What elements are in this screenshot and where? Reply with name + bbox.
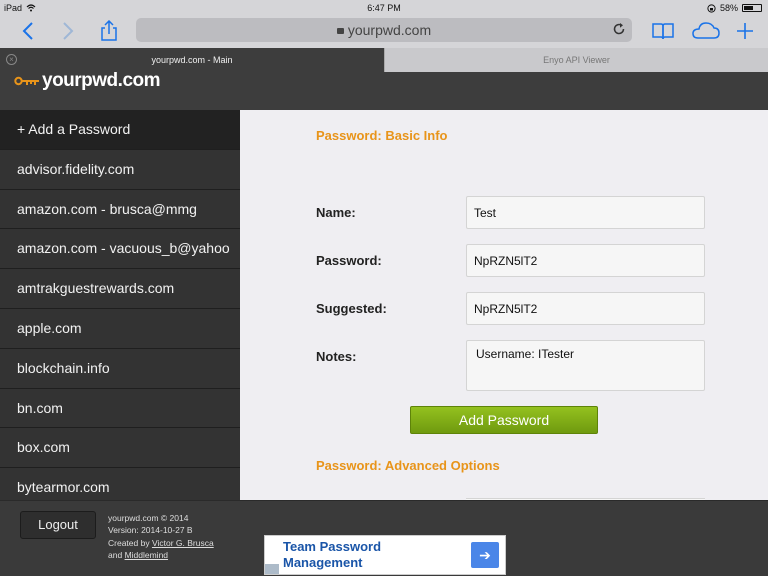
address-bar[interactable]: yourpwd.com — [136, 18, 632, 42]
suggested-field[interactable]: NpRZN5lT2 — [466, 292, 705, 325]
password-list: + Add a Password advisor.fidelity.com am… — [0, 110, 240, 500]
sidebar-item-add-password[interactable]: + Add a Password — [0, 110, 240, 150]
lock-icon — [336, 28, 344, 34]
and-text: and — [108, 550, 123, 561]
share-button[interactable] — [96, 18, 122, 44]
bookmarks-button[interactable] — [650, 18, 676, 44]
site-logo[interactable]: yourpwd.com — [14, 70, 161, 91]
notes-field[interactable]: Username: ITester — [466, 340, 705, 391]
name-field[interactable]: Test — [466, 196, 705, 229]
add-password-button[interactable]: Add Password — [410, 406, 598, 434]
reload-icon[interactable] — [612, 22, 626, 36]
key-icon — [14, 75, 40, 87]
suggested-label: Suggested: — [316, 301, 387, 316]
password-label: Password: — [316, 253, 382, 268]
tab-label: yourpwd.com - Main — [151, 55, 233, 65]
sidebar-item[interactable]: amazon.com - brusca@mmg — [0, 189, 240, 230]
ad-banner[interactable]: Team Password Management ➔ — [264, 535, 506, 575]
basic-info-title: Password: Basic Info — [316, 128, 448, 143]
new-tab-button[interactable] — [734, 18, 756, 44]
tab-label: Enyo API Viewer — [543, 55, 610, 65]
password-field[interactable]: NpRZN5lT2 — [466, 244, 705, 277]
tab-bar: × yourpwd.com - Main Enyo API Viewer — [0, 48, 768, 72]
company-line: and Middlemind — [108, 549, 214, 561]
cloud-icon — [692, 22, 720, 39]
footer: Logout yourpwd.com © 2014 Version: 2014-… — [0, 500, 768, 576]
share-icon — [101, 20, 117, 41]
sidebar-item[interactable]: box.com — [0, 428, 240, 469]
advanced-options-title: Password: Advanced Options — [316, 458, 500, 473]
battery-percent: 58% — [719, 3, 738, 13]
notes-label: Notes: — [316, 349, 357, 364]
forward-button[interactable] — [56, 18, 80, 44]
ad-title: Team Password Management — [283, 539, 382, 570]
status-right: 58% — [707, 3, 762, 13]
ad-choices-icon[interactable] — [265, 564, 279, 574]
created-by-text: Created by — [108, 537, 150, 548]
sidebar-item[interactable]: advisor.fidelity.com — [0, 149, 240, 190]
company-link[interactable]: Middlemind — [125, 550, 168, 560]
copyright-text: yourpwd.com © 2014 — [108, 513, 189, 523]
arrow-right-icon[interactable]: ➔ — [471, 542, 499, 568]
created-by-line: Created by Victor G. Brusca — [108, 537, 214, 549]
sidebar-item[interactable]: amtrakguestrewards.com — [0, 269, 240, 309]
close-tab-icon[interactable]: × — [6, 54, 17, 65]
browser-toolbar: yourpwd.com — [0, 16, 768, 48]
status-bar: iPad 6:47 PM 58% — [0, 0, 768, 16]
version-text: Version: 2014-10-27 B — [108, 525, 193, 536]
icloud-tabs-button[interactable] — [690, 18, 722, 44]
rotation-lock-icon — [707, 3, 716, 13]
back-button[interactable] — [16, 18, 40, 44]
battery-fill — [744, 6, 754, 10]
author-link[interactable]: Victor G. Brusca — [152, 538, 214, 548]
logo-text: yourpwd.com — [42, 70, 161, 91]
url-text: yourpwd.com — [347, 22, 432, 38]
book-icon — [652, 23, 674, 40]
password-form: Password: Basic Info Name: Test Password… — [240, 110, 768, 500]
plus-icon — [737, 23, 753, 39]
chevron-left-icon — [22, 22, 33, 40]
footer-credits: yourpwd.com © 2014 Version: 2014-10-27 B… — [108, 512, 214, 562]
sidebar-item[interactable]: apple.com — [0, 308, 240, 349]
sidebar-item[interactable]: bn.com — [0, 388, 240, 429]
sidebar-item[interactable]: amazon.com - vacuous_b@yahoo — [0, 229, 240, 270]
status-time: 6:47 PM — [367, 3, 401, 13]
sidebar-item[interactable]: blockchain.info — [0, 348, 240, 389]
site-header: yourpwd.com — [0, 70, 768, 110]
chevron-right-icon — [63, 22, 74, 40]
name-label: Name: — [316, 205, 356, 220]
logout-button[interactable]: Logout — [20, 511, 96, 539]
tab-enyo-api-viewer[interactable]: Enyo API Viewer — [384, 48, 768, 72]
sidebar-item[interactable]: bytearmor.com — [0, 468, 240, 500]
tab-main[interactable]: × yourpwd.com - Main — [0, 48, 384, 72]
battery-icon — [742, 4, 762, 12]
